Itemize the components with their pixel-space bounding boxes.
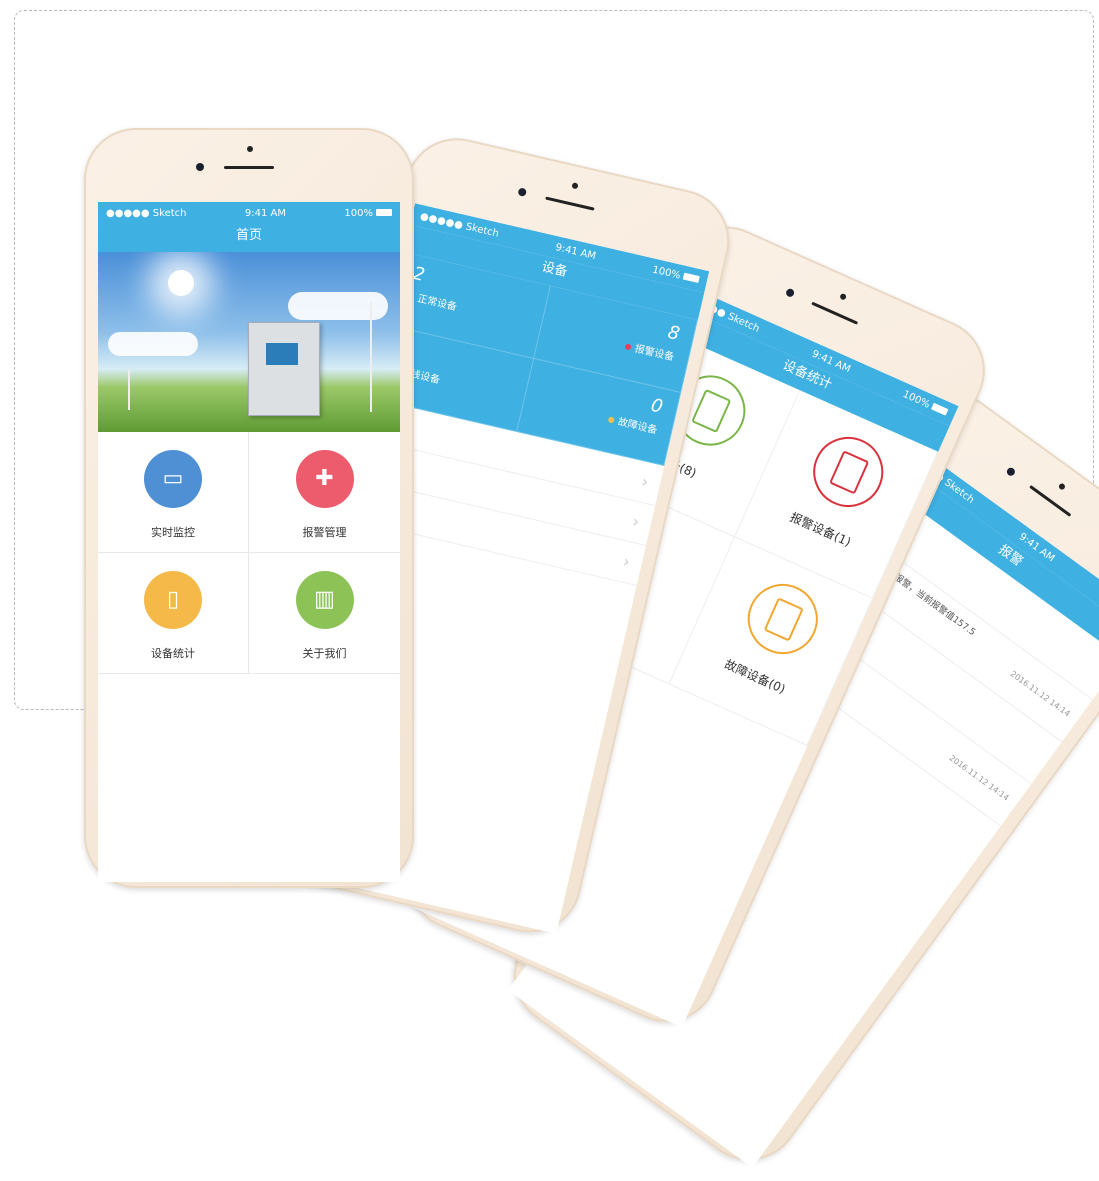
phone-speaker bbox=[545, 196, 595, 211]
menu-label: 关于我们 bbox=[302, 647, 347, 660]
status-bar: ●●●●● Sketch 9:41 AM 100% bbox=[98, 202, 400, 224]
turbine-graphic bbox=[370, 302, 372, 412]
banner-image bbox=[98, 252, 400, 432]
home-screen: ●●●●● Sketch 9:41 AM 100% 首页 ▭ 实时监控 ✚ 报警… bbox=[98, 202, 400, 882]
camera-icon: ▭ bbox=[144, 450, 202, 508]
battery-label: 100% bbox=[344, 207, 373, 219]
stat-label: 故障设备 bbox=[616, 416, 659, 437]
phone-camera bbox=[247, 146, 253, 152]
menu-device-statistics[interactable]: ▯ 设备统计 bbox=[98, 553, 249, 674]
tablet-icon: ▯ bbox=[144, 571, 202, 629]
stat-label: 故障设备(0) bbox=[722, 657, 788, 697]
chevron-right-icon: › bbox=[639, 471, 651, 492]
turbine-graphic bbox=[128, 370, 130, 410]
stat-label: 正常设备 bbox=[416, 293, 458, 314]
time-label: 9:41 AM bbox=[244, 207, 286, 219]
phone-home: ●●●●● Sketch 9:41 AM 100% 首页 ▭ 实时监控 ✚ 报警… bbox=[84, 128, 414, 888]
page-title: 首页 bbox=[98, 224, 400, 252]
phone-speaker bbox=[1029, 485, 1072, 517]
phone-camera bbox=[839, 292, 848, 301]
phone-speaker bbox=[811, 301, 859, 325]
phone-front-sensor bbox=[784, 287, 796, 299]
phone-speaker bbox=[224, 166, 274, 169]
menu-label: 设备统计 bbox=[151, 647, 195, 660]
status-dot-icon bbox=[624, 343, 632, 351]
phone-front-sensor bbox=[196, 163, 204, 171]
battery-icon bbox=[682, 272, 700, 284]
phone-camera bbox=[1057, 482, 1067, 491]
carrier-label: ●●●●● Sketch bbox=[106, 207, 187, 219]
phone-camera bbox=[571, 182, 579, 190]
battery-label: 100% bbox=[651, 264, 682, 282]
cloud-graphic bbox=[288, 292, 388, 320]
device-alarm-icon bbox=[802, 425, 895, 519]
phone-front-sensor bbox=[1005, 466, 1017, 478]
menu-about-us[interactable]: ▥ 关于我们 bbox=[249, 553, 400, 674]
menu-label: 实时监控 bbox=[151, 526, 195, 539]
battery-icon bbox=[930, 402, 949, 416]
status-dot-icon bbox=[607, 416, 615, 424]
chevron-right-icon: › bbox=[621, 551, 632, 572]
sun-graphic bbox=[168, 270, 194, 296]
book-icon: ▥ bbox=[295, 571, 354, 629]
menu-label: 报警管理 bbox=[302, 526, 347, 539]
phone-front-sensor bbox=[517, 187, 528, 197]
cabinet-graphic bbox=[248, 322, 320, 416]
battery-icon bbox=[375, 209, 392, 216]
device-fault-icon bbox=[736, 572, 829, 666]
chevron-right-icon: › bbox=[630, 511, 642, 532]
menu-alarm-management[interactable]: ✚ 报警管理 bbox=[249, 432, 400, 553]
cloud-graphic bbox=[108, 332, 198, 356]
shield-plus-icon: ✚ bbox=[295, 450, 354, 508]
stat-label: 报警设备 bbox=[633, 343, 676, 364]
menu-realtime-monitor[interactable]: ▭ 实时监控 bbox=[98, 432, 249, 553]
